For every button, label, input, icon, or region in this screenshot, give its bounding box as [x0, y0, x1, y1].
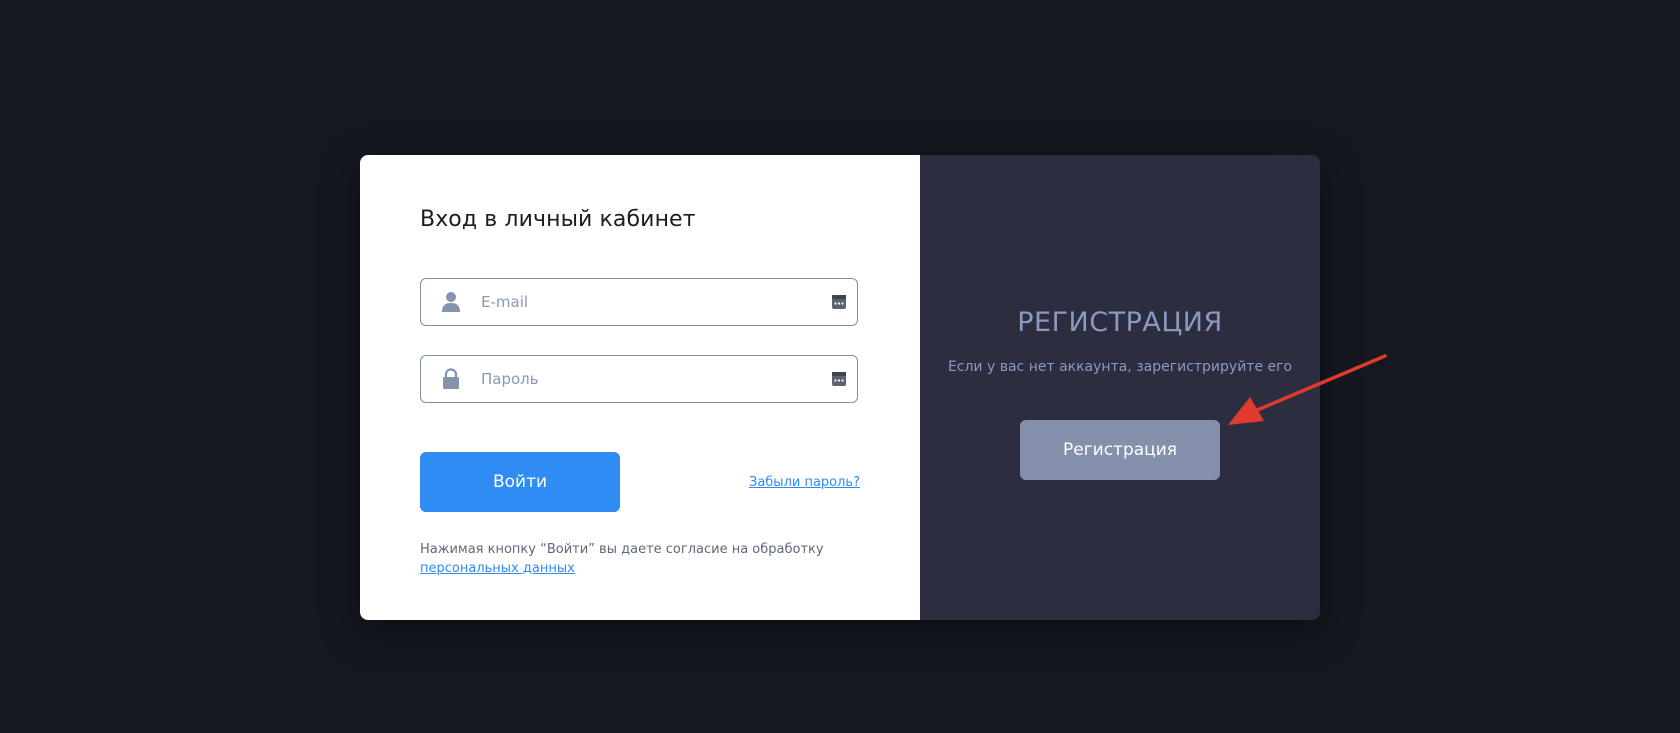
user-icon	[439, 290, 463, 314]
register-title: РЕГИСТРАЦИЯ	[1017, 307, 1223, 338]
login-button[interactable]: Войти	[420, 452, 620, 512]
login-panel: Вход в личный кабинет E-mail Войти Забыл…	[360, 155, 920, 620]
auth-card: Вход в личный кабинет E-mail Войти Забыл…	[360, 155, 1320, 620]
annotation-arrow-icon	[1228, 354, 1387, 425]
forgot-password-link[interactable]: Забыли пароль?	[749, 475, 860, 490]
consent-notice: Нажимая кнопку “Войти” вы даете согласие…	[420, 540, 840, 578]
email-field[interactable]	[420, 278, 858, 326]
lock-icon	[439, 367, 463, 391]
consent-text: Нажимая кнопку “Войти” вы даете согласие…	[420, 542, 824, 557]
keyboard-icon[interactable]	[831, 294, 847, 310]
login-title: Вход в личный кабинет	[420, 207, 696, 232]
email-input[interactable]	[479, 278, 831, 326]
keyboard-icon[interactable]	[831, 371, 847, 387]
password-field[interactable]	[420, 355, 858, 403]
password-input[interactable]	[479, 355, 831, 403]
personal-data-link[interactable]: персональных данных	[420, 561, 575, 576]
register-button[interactable]: Регистрация	[1020, 420, 1220, 480]
